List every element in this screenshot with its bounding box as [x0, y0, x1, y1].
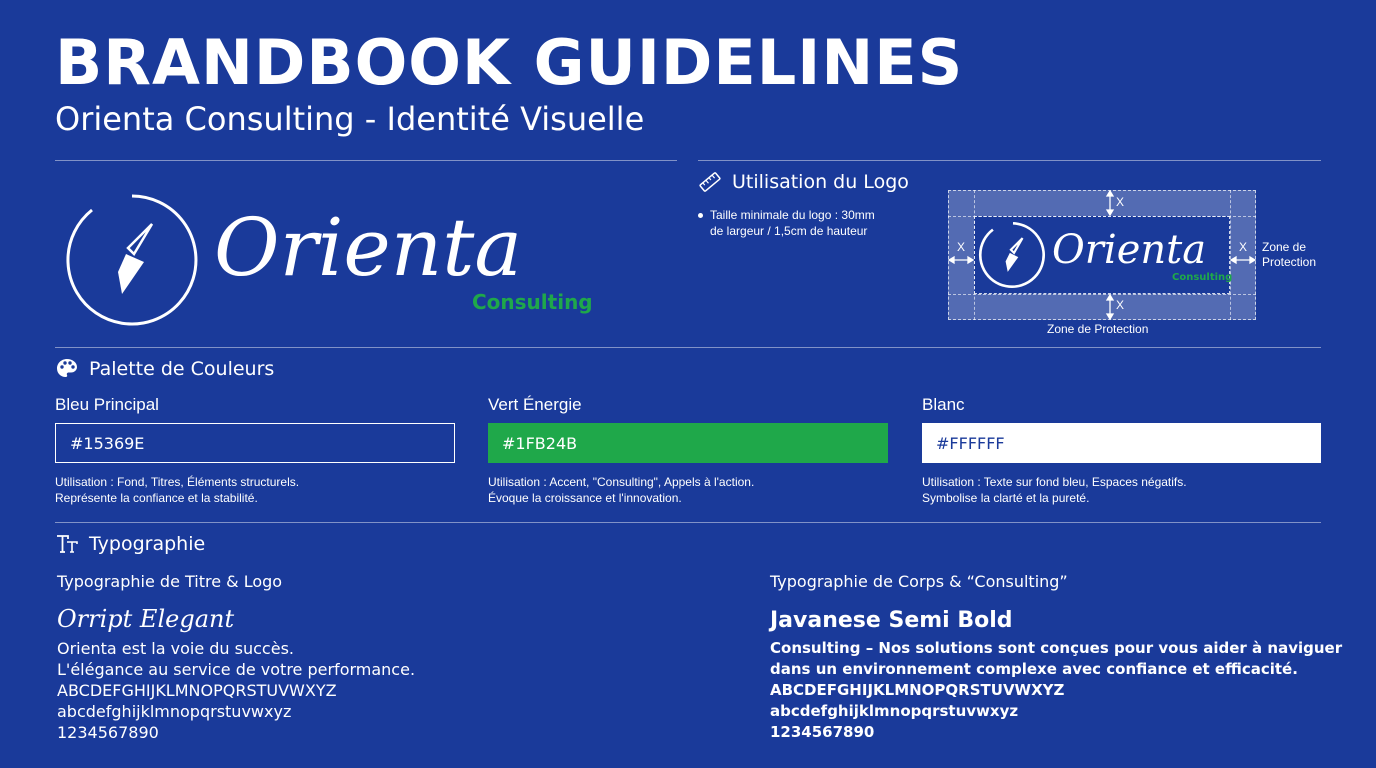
swatch-green-hex: #1FB24B: [502, 433, 578, 453]
title-font-heading: Typographie de Titre & Logo: [57, 572, 283, 591]
body-sample-line: abcdefghijklmnopqrstuvwxyz: [770, 702, 1019, 720]
margin-label-left: X: [957, 240, 966, 254]
title-sample-line: abcdefghijklmnopqrstuvwxyz: [57, 702, 292, 721]
title-sample-line: L'élégance au service de votre performan…: [57, 660, 416, 679]
protection-side-label: Zone de Protection: [1262, 240, 1317, 269]
body-font-name: Javanese Semi Bold: [770, 608, 1013, 633]
logo-usage-title-text: Utilisation du Logo: [732, 171, 909, 193]
usage-green: Utilisation : Accent, "Consulting", Appe…: [488, 474, 908, 506]
swatch-blue-hex: #15369E: [70, 433, 145, 453]
main-logo: Orienta Consulting: [62, 190, 602, 330]
swatch-white-hex: #FFFFFF: [936, 433, 1005, 453]
divider-palette: [55, 347, 1321, 348]
swatch-green: #1FB24B: [488, 423, 888, 463]
palette-icon: [57, 359, 77, 377]
body-sample-line: 1234567890: [770, 723, 875, 741]
color-name-white: Blanc: [922, 395, 965, 414]
usage-white: Utilisation : Texte sur fond bleu, Espac…: [922, 474, 1321, 506]
divider-right: [698, 160, 1321, 161]
title-font-name: Orript Elegant: [57, 605, 235, 633]
usage-green-line2: Évoque la croissance et l'innovation.: [488, 491, 682, 506]
compass-arrow-icon: [66, 194, 198, 326]
protection-bottom-label: Zone de Protection: [1047, 322, 1149, 336]
usage-white-line1: Utilisation : Texte sur fond bleu, Espac…: [922, 475, 1187, 489]
protection-zone-diagram: Orienta Consulting X X X X: [948, 190, 1256, 320]
ruler-icon: [699, 172, 721, 192]
margin-arrows: [948, 190, 1256, 320]
logo-tagline: Consulting: [472, 290, 593, 314]
logo-wordmark: Orienta: [214, 201, 523, 294]
usage-blue-line2: Représente la confiance et la stabilité.: [55, 491, 258, 506]
usage-white-line2: Symbolise la clarté et la pureté.: [922, 491, 1090, 506]
swatch-white: #FFFFFF: [922, 423, 1321, 463]
margin-label-top: X: [1116, 195, 1125, 209]
divider-typography: [55, 522, 1321, 523]
text-type-icon: [57, 535, 78, 553]
bullet-dot: [698, 213, 703, 218]
title-sample-line: 1234567890: [57, 723, 159, 742]
body-font-samples: Consulting – Nos solutions sont conçues …: [770, 638, 1342, 743]
logo-usage-title: Utilisation du Logo: [698, 170, 909, 194]
usage-blue: Utilisation : Fond, Titres, Éléments str…: [55, 474, 475, 506]
typography-title: Typographie: [55, 532, 205, 556]
palette-title-text: Palette de Couleurs: [89, 358, 275, 380]
logo-min-size-text: Taille minimale du logo : 30mm de largeu…: [710, 208, 875, 238]
page-title: BRANDBOOK GUIDELINES: [55, 26, 964, 99]
color-name-green: Vert Énergie: [488, 395, 582, 414]
body-sample-line: dans un environnement complexe avec conf…: [770, 660, 1298, 678]
logo-min-size-note: Taille minimale du logo : 30mm de largeu…: [698, 208, 888, 239]
palette-title: Palette de Couleurs: [55, 357, 274, 381]
usage-blue-line1: Utilisation : Fond, Titres, Éléments str…: [55, 475, 300, 489]
page-subtitle: Orienta Consulting - Identité Visuelle: [55, 100, 645, 138]
margin-label-right: X: [1239, 240, 1248, 254]
usage-green-line1: Utilisation : Accent, "Consulting", Appe…: [488, 475, 755, 489]
body-sample-line: ABCDEFGHIJKLMNOPQRSTUVWXYZ: [770, 681, 1065, 699]
body-sample-line: Consulting – Nos solutions sont conçues …: [770, 639, 1343, 657]
typography-title-text: Typographie: [89, 533, 206, 555]
color-name-blue: Bleu Principal: [55, 395, 159, 414]
title-font-samples: Orienta est la voie du succès. L'éléganc…: [57, 638, 415, 743]
swatch-blue: #15369E: [55, 423, 455, 463]
title-sample-line: Orienta est la voie du succès.: [57, 639, 294, 658]
body-font-heading: Typographie de Corps & “Consulting”: [770, 572, 1068, 591]
divider-left: [55, 160, 677, 161]
title-sample-line: ABCDEFGHIJKLMNOPQRSTUVWXYZ: [57, 681, 337, 700]
margin-label-bottom: X: [1116, 298, 1125, 312]
